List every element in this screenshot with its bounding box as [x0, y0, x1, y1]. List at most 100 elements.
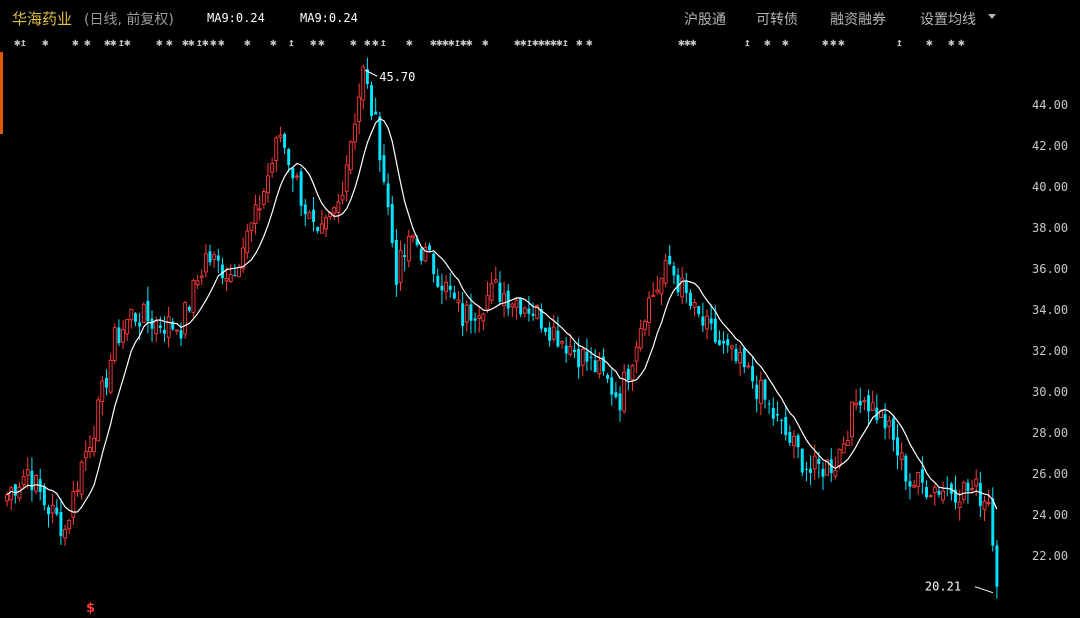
candle: [67, 518, 72, 535]
candle: [324, 214, 328, 238]
candle-body-down: [42, 487, 46, 506]
candle-body-up: [899, 452, 904, 461]
event-marker-icon[interactable]: ✱: [166, 36, 173, 49]
candle: [705, 309, 709, 340]
candle: [709, 304, 713, 331]
candle: [195, 274, 200, 290]
candle-body-up: [510, 303, 515, 308]
candle-body-up: [261, 191, 266, 205]
candle-body-down: [676, 274, 680, 293]
candle-body-up: [845, 440, 850, 446]
candle-body-up: [125, 318, 130, 335]
event-marker-icon[interactable]: ✱: [202, 36, 209, 49]
candle: [370, 81, 374, 121]
candle: [228, 264, 233, 283]
candle-body-up: [663, 260, 668, 284]
candle-body-down: [717, 340, 721, 345]
candle: [464, 300, 469, 332]
candle-body-down: [709, 318, 713, 324]
candle: [129, 308, 134, 329]
event-marker-icon[interactable]: ✱: [822, 36, 829, 49]
candle: [854, 389, 859, 411]
event-marker-icon[interactable]: ✱: [830, 36, 837, 49]
y-tick-label: 22.00: [1032, 549, 1068, 563]
event-marker-icon[interactable]: ✱: [42, 36, 49, 49]
event-marker-icon[interactable]: ✱: [72, 36, 79, 49]
candle-body-down: [187, 306, 191, 311]
candle-body-up: [705, 315, 709, 330]
candle-body-down: [614, 392, 618, 398]
event-marker-icon[interactable]: ✱: [156, 36, 163, 49]
candle-body-down: [755, 384, 759, 400]
candle-body-down: [904, 455, 908, 482]
event-marker-icon[interactable]: ✱: [372, 36, 379, 49]
candle-body-up: [406, 235, 411, 262]
event-marker-icon[interactable]: ✱: [188, 36, 195, 49]
event-marker-icon[interactable]: ✱: [218, 36, 225, 49]
event-marker-icon[interactable]: ✱: [350, 36, 357, 49]
event-marker-icon[interactable]: ✱: [838, 36, 845, 49]
event-marker-icon[interactable]: ✱: [576, 36, 583, 49]
event-marker-icon[interactable]: ✱: [926, 36, 933, 49]
candle: [307, 210, 312, 219]
event-marker-icon[interactable]: ✱: [84, 36, 91, 49]
candle: [378, 111, 382, 173]
event-marker-icon[interactable]: ↥: [896, 36, 903, 49]
event-marker-icon[interactable]: ✱: [958, 36, 965, 49]
candle: [767, 399, 771, 414]
event-marker-icon[interactable]: ↥: [20, 36, 27, 49]
candle-body-down: [742, 347, 746, 368]
event-marker-icon[interactable]: ✱: [210, 36, 217, 49]
candle: [477, 305, 482, 333]
event-marker-icon[interactable]: ✱: [244, 36, 251, 49]
candle: [896, 424, 899, 470]
candle: [112, 323, 117, 364]
event-marker-icon[interactable]: ✱: [270, 36, 277, 49]
event-marker-icon[interactable]: ✱: [782, 36, 789, 49]
event-marker-icon[interactable]: ✱: [764, 36, 771, 49]
candle-body-up: [249, 222, 254, 232]
candle-body-down: [519, 298, 523, 315]
candle-body-up: [444, 281, 449, 293]
event-marker-icon[interactable]: ✱: [948, 36, 955, 49]
event-marker-icon[interactable]: ↥: [288, 36, 295, 49]
candle-body-up: [758, 380, 763, 404]
event-marker-icon[interactable]: ✱: [586, 36, 593, 49]
candle: [257, 194, 262, 221]
event-marker-icon[interactable]: ✱: [466, 36, 473, 49]
candle: [755, 375, 759, 413]
event-marker-icon[interactable]: ✱: [110, 36, 117, 49]
candle-body-up: [982, 500, 987, 511]
event-marker-icon[interactable]: ↥: [744, 36, 751, 49]
candle: [870, 390, 875, 411]
candle: [87, 435, 92, 459]
candle-series: [5, 57, 999, 599]
event-marker-icon[interactable]: ✱: [318, 36, 325, 49]
candle-body-up: [659, 277, 664, 295]
event-marker-icon[interactable]: ✱: [364, 36, 371, 49]
candle: [21, 469, 26, 489]
event-marker-icon[interactable]: ✱: [310, 36, 317, 49]
y-tick-label: 38.00: [1032, 221, 1068, 235]
candle-body-down: [784, 417, 788, 436]
candle: [717, 330, 721, 346]
event-marker-icon[interactable]: ↥: [562, 36, 569, 49]
candle: [692, 298, 697, 317]
candle: [771, 397, 775, 426]
min-price-arrow: [974, 586, 994, 594]
candle-body-up: [642, 321, 647, 330]
candle-body-up: [489, 283, 494, 301]
event-marker-icon[interactable]: ✱: [482, 36, 489, 49]
event-marker-icon[interactable]: ✱: [124, 36, 131, 49]
candlestick-chart[interactable]: ✱ ↥ ✱ ✱ ✱ ✱ ✱ ↥ ✱ ✱ ✱ ✱ ✱ ↥ ✱ ✱ ✱ ✱ ✱ ↥ ✱ ✱ ✱ ✱ ✱ ↥ ✱ ✱ ✱ ✱ ✱ ↥ ✱ ✱ ✱ ✱ ✱ ↥ ✱ ✱…: [0, 0, 1080, 618]
candle: [912, 480, 917, 489]
candle-body-down: [432, 253, 436, 275]
candle-body-up: [228, 274, 233, 282]
event-marker-icon[interactable]: ↥: [380, 36, 387, 49]
candle-body-up: [129, 308, 134, 321]
candle: [804, 461, 808, 482]
candle: [780, 418, 784, 435]
event-marker-icon[interactable]: ✱: [690, 36, 697, 49]
candle-body-up: [580, 348, 585, 366]
event-marker-icon[interactable]: ✱: [406, 36, 413, 49]
